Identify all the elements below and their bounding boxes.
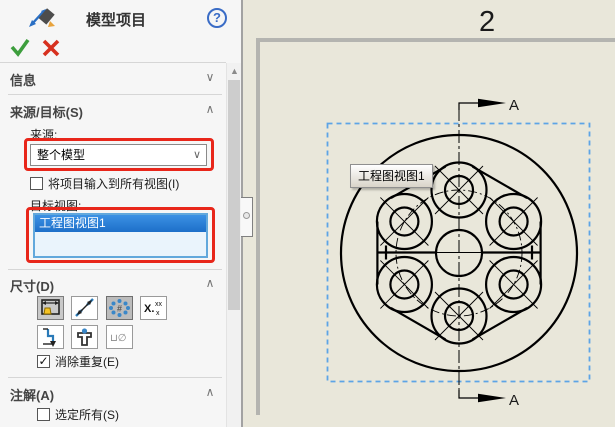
section-info[interactable]: 信息 xyxy=(10,70,36,89)
cancel-button[interactable] xyxy=(42,39,60,57)
tolerance-button[interactable]: X. xx x xyxy=(140,296,167,320)
select-all-row[interactable]: 选定所有(S) xyxy=(37,406,119,423)
section-label-top: A xyxy=(509,97,519,114)
source-dropdown[interactable]: 整个模型 ∨ xyxy=(30,144,207,166)
source-dropdown-value: 整个模型 xyxy=(37,148,86,162)
ok-button[interactable] xyxy=(10,38,30,57)
hole-wizard-locations-icon xyxy=(77,328,92,346)
panel-collapse-handle[interactable] xyxy=(241,197,253,237)
chevron-up-icon[interactable]: ∧ xyxy=(202,102,218,116)
view-name-tooltip: 工程图视图1 xyxy=(350,164,433,188)
help-icon[interactable]: ? xyxy=(207,8,227,28)
section-source-target[interactable]: 来源/目标(S) xyxy=(10,102,83,121)
instance-count-button[interactable]: # xyxy=(105,296,133,320)
ordinate-dimension-button[interactable] xyxy=(37,325,64,349)
list-item-drawing-view1[interactable]: 工程图视图1 xyxy=(35,215,206,232)
select-all-checkbox[interactable] xyxy=(37,408,50,421)
divider xyxy=(8,269,222,270)
model-items-icon xyxy=(29,8,55,27)
import-all-views-label: 将项目输入到所有视图(I) xyxy=(48,177,180,191)
svg-text:#: # xyxy=(116,304,121,314)
instance-count-icon: # xyxy=(108,299,130,317)
divider xyxy=(8,377,222,378)
panel-header: 模型项目 ? xyxy=(0,0,241,57)
hole-callout-button[interactable]: ⊔∅ xyxy=(105,325,133,349)
hole-callout-icon: ⊔∅ xyxy=(110,333,127,344)
hole-wizard-locations-button[interactable] xyxy=(71,325,98,349)
import-all-views-checkbox-row[interactable]: 将项目输入到所有视图(I) xyxy=(30,175,179,192)
ordinate-dimension-icon xyxy=(43,328,56,347)
chevron-up-icon[interactable]: ∧ xyxy=(202,276,218,290)
svg-text:X.: X. xyxy=(144,303,154,315)
chevron-up-icon[interactable]: ∧ xyxy=(202,385,218,399)
sheet-border xyxy=(256,38,615,415)
target-views-label: 目标视图: xyxy=(30,199,82,213)
solidworks-model-items-screen: { "panel": { "title": "模型项目", "help_labe… xyxy=(0,0,615,427)
section-annotations[interactable]: 注解(A) xyxy=(10,385,54,404)
scroll-up-arrow-icon[interactable]: ▲ xyxy=(227,63,242,79)
section-arrow-bottom xyxy=(478,393,506,403)
eliminate-duplicates-row[interactable]: ✓ 消除重复(E) xyxy=(37,353,119,370)
not-marked-for-drawing-icon xyxy=(75,298,94,317)
divider xyxy=(0,62,226,63)
svg-text:⊔∅: ⊔∅ xyxy=(110,333,127,344)
chevron-down-icon: ∨ xyxy=(192,149,201,161)
import-all-views-checkbox[interactable] xyxy=(30,177,43,190)
tolerance-xxx-icon: X. xx x xyxy=(144,301,163,317)
panel-title: 模型项目 xyxy=(86,12,147,29)
zone-label: 2 xyxy=(479,6,495,38)
eliminate-duplicates-checkbox[interactable]: ✓ xyxy=(37,355,50,368)
not-marked-for-drawing-button[interactable] xyxy=(71,296,98,320)
scrollbar-thumb[interactable] xyxy=(228,80,240,310)
eliminate-duplicates-label: 消除重复(E) xyxy=(55,355,119,369)
source-label: 来源: xyxy=(30,128,58,142)
property-manager-panel: 模型项目 ? 信息 ∨ 来源/目标(S) ∧ 来源: 整个模型 ∨ 将项目输入到… xyxy=(0,0,243,427)
select-all-label: 选定所有(S) xyxy=(55,408,119,422)
marked-for-drawing-icon xyxy=(41,299,60,315)
divider xyxy=(8,94,222,95)
svg-text:x: x xyxy=(156,310,160,317)
marked-for-drawing-button[interactable] xyxy=(37,296,64,320)
chevron-down-icon[interactable]: ∨ xyxy=(202,70,218,84)
section-label-bottom: A xyxy=(509,392,519,409)
panel-scrollbar[interactable]: ▲ xyxy=(226,63,241,427)
handle-dot-icon xyxy=(243,212,250,219)
section-dimensions[interactable]: 尺寸(D) xyxy=(10,276,54,295)
target-views-listbox[interactable]: 工程图视图1 xyxy=(33,213,208,258)
section-arrow-top xyxy=(478,98,506,108)
svg-text:xx: xx xyxy=(155,301,163,308)
